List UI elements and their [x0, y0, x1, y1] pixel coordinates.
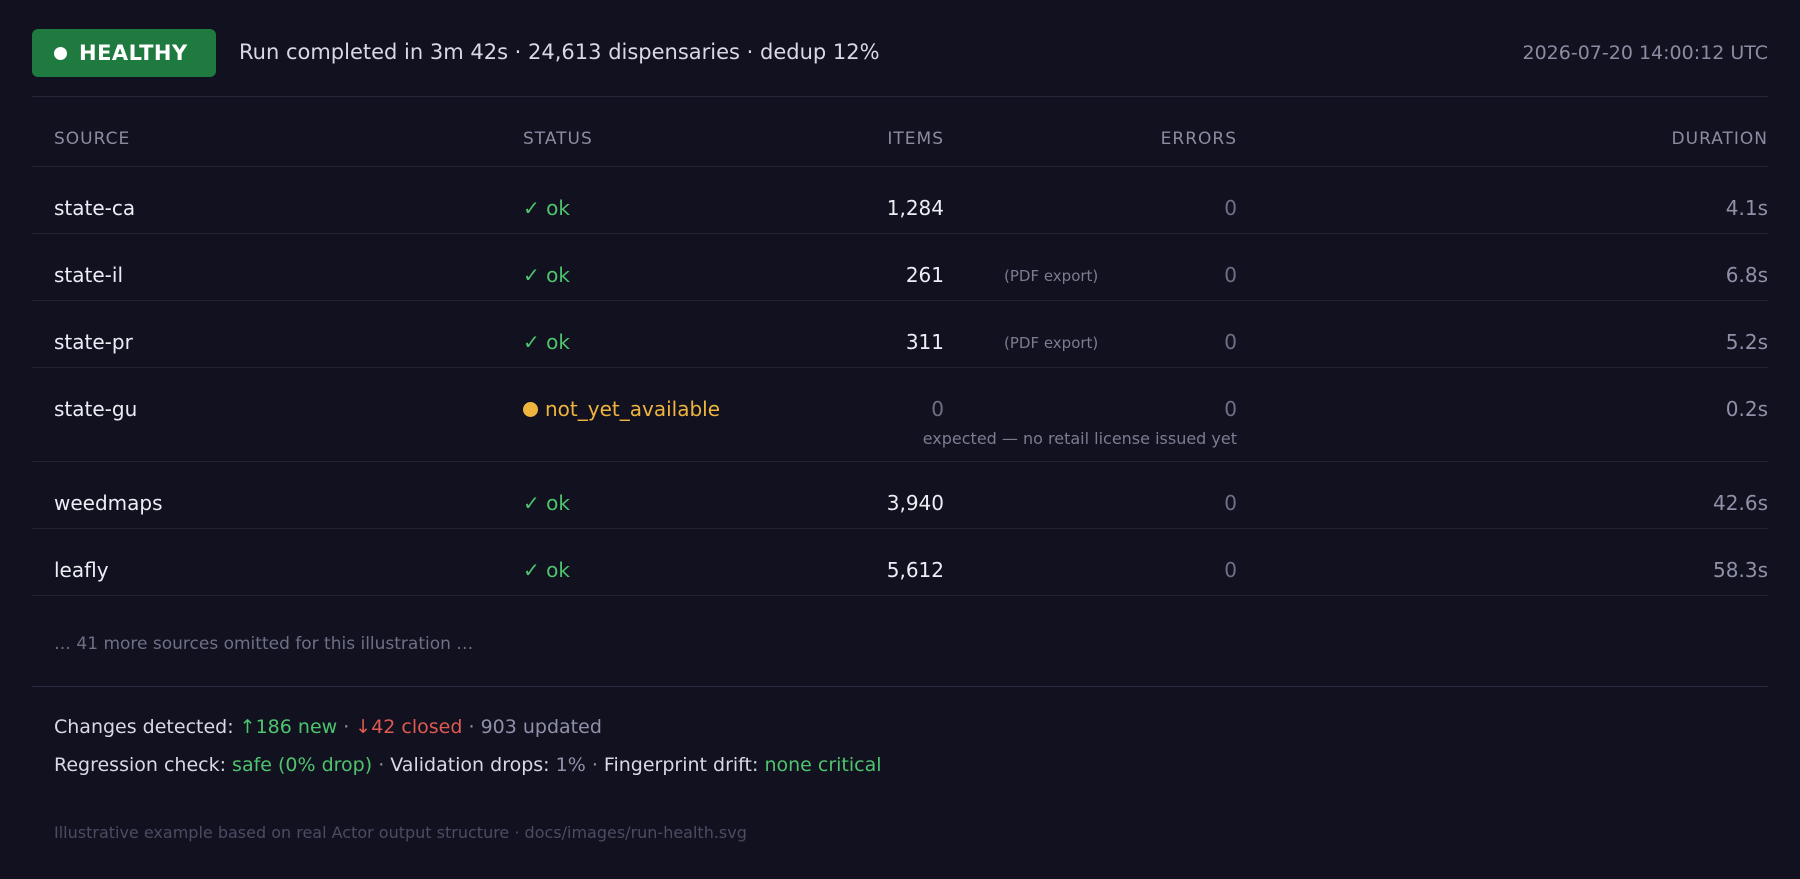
updated-count: 903 updated [480, 716, 602, 738]
table-row: leafly ✓ ok 5,612 0 58.3s [32, 529, 1768, 596]
items-count: 0 [931, 397, 944, 421]
regression-value: safe (0% drop) [232, 754, 373, 776]
source-name: weedmaps [54, 491, 163, 515]
status-label: not_yet_available [545, 397, 721, 421]
health-badge-label: HEALTHY [79, 41, 188, 65]
duration-value: 58.3s [1713, 558, 1768, 582]
checks-line: Regression check: safe (0% drop) · Valid… [54, 754, 882, 776]
source-name: state-pr [54, 330, 133, 354]
run-header: HEALTHY Run completed in 3m 42s · 24,613… [32, 0, 1768, 97]
duration-value: 4.1s [1725, 196, 1768, 220]
table-row: state-il ✓ ok 261 (PDF export) 0 6.8s [32, 234, 1768, 301]
separator: · [585, 754, 604, 776]
status-ok: ✓ ok [523, 196, 570, 220]
column-header-items: ITEMS [887, 129, 944, 149]
errors-count: 0 [1224, 330, 1237, 354]
duration-value: 5.2s [1725, 330, 1768, 354]
source-name: leafly [54, 558, 109, 582]
errors-count: 0 [1224, 558, 1237, 582]
illustration-caption: Illustrative example based on real Actor… [54, 823, 747, 842]
status-ok: ✓ ok [523, 558, 570, 582]
status-ok: ✓ ok [523, 330, 570, 354]
status-ok: ✓ ok [523, 263, 570, 287]
changes-label: Changes detected: [54, 716, 234, 738]
source-name: state-gu [54, 397, 138, 421]
duration-value: 0.2s [1725, 397, 1768, 421]
items-note: (PDF export) [1004, 334, 1099, 352]
table-row: weedmaps ✓ ok 3,940 0 42.6s [32, 462, 1768, 529]
table-header-row: SOURCE STATUS ITEMS ERRORS DURATION [32, 97, 1768, 167]
separator: · [337, 716, 356, 738]
status-warning: not_yet_available [523, 397, 720, 421]
status-ok: ✓ ok [523, 491, 570, 515]
items-count: 5,612 [886, 558, 944, 582]
errors-count: 0 [1224, 491, 1237, 515]
duration-value: 6.8s [1725, 263, 1768, 287]
run-timestamp: 2026-07-20 14:00:12 UTC [1522, 42, 1769, 64]
errors-count: 0 [1224, 196, 1237, 220]
table-row: state-pr ✓ ok 311 (PDF export) 0 5.2s [32, 301, 1768, 368]
table-row: state-gu not_yet_available 0 0 0.2s expe… [32, 368, 1768, 462]
table-row: state-ca ✓ ok 1,284 0 4.1s [32, 167, 1768, 234]
errors-count: 0 [1224, 397, 1237, 421]
source-name: state-ca [54, 196, 136, 220]
separator: · [372, 754, 391, 776]
run-health-panel: HEALTHY Run completed in 3m 42s · 24,613… [0, 0, 1800, 879]
column-header-status: STATUS [523, 129, 593, 149]
closed-count: ↓42 closed [355, 716, 463, 738]
items-count: 311 [905, 330, 944, 354]
items-count: 1,284 [886, 196, 944, 220]
omitted-sources-note: … 41 more sources omitted for this illus… [32, 596, 1768, 687]
column-header-source: SOURCE [54, 129, 131, 149]
source-name: state-il [54, 263, 123, 287]
validation-label: Validation drops: [390, 754, 550, 776]
validation-value: 1% [555, 754, 586, 776]
drift-label: Fingerprint drift: [603, 754, 759, 776]
status-explanation: expected — no retail license issued yet [922, 429, 1237, 448]
separator: · [462, 716, 481, 738]
warning-dot-icon [523, 402, 538, 417]
items-count: 261 [905, 263, 944, 287]
status-dot-icon [54, 46, 67, 60]
changes-line: Changes detected: ↑186 new · ↓42 closed … [54, 716, 602, 738]
errors-count: 0 [1224, 263, 1237, 287]
regression-label: Regression check: [54, 754, 226, 776]
run-summary: Run completed in 3m 42s · 24,613 dispens… [239, 40, 880, 64]
drift-value: none critical [764, 754, 882, 776]
duration-value: 42.6s [1713, 491, 1768, 515]
omitted-sources-text: … 41 more sources omitted for this illus… [54, 634, 474, 654]
items-note: (PDF export) [1004, 267, 1099, 285]
column-header-duration: DURATION [1671, 129, 1768, 149]
column-header-errors: ERRORS [1160, 129, 1237, 149]
sources-table: SOURCE STATUS ITEMS ERRORS DURATION stat… [32, 97, 1768, 687]
items-count: 3,940 [886, 491, 944, 515]
run-footer: Changes detected: ↑186 new · ↓42 closed … [32, 687, 1768, 877]
new-count: ↑186 new [239, 716, 338, 738]
health-badge: HEALTHY [32, 29, 216, 77]
